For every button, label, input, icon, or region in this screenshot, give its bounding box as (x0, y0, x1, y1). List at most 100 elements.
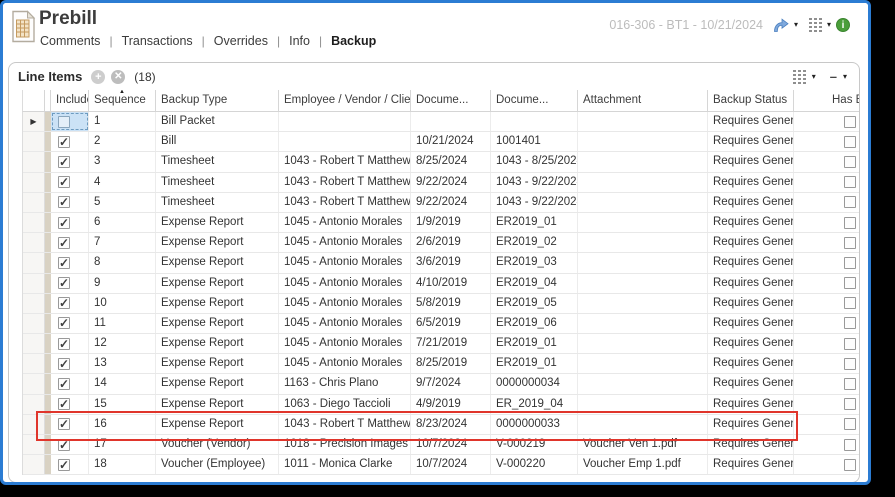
has-e-checkbox[interactable] (844, 439, 856, 451)
cell-employee[interactable]: 1045 - Antonio Morales (279, 274, 411, 293)
cell-doc_number[interactable]: ER2019_01 (491, 334, 578, 353)
cell-sequence[interactable]: 6 (89, 213, 156, 232)
cell-doc_date[interactable]: 1/9/2019 (411, 213, 491, 232)
remove-line-item-button[interactable]: ✕ (111, 70, 125, 84)
cell-attachment[interactable] (578, 193, 708, 212)
cell-selector[interactable] (23, 314, 45, 333)
cell-backup_type[interactable]: Expense Report (156, 395, 279, 414)
tab-info[interactable]: Info (289, 34, 310, 48)
cell-include[interactable] (51, 274, 89, 293)
include-checkbox[interactable] (58, 297, 70, 309)
cell-doc_number[interactable] (491, 112, 578, 131)
cell-sequence[interactable]: 7 (89, 233, 156, 252)
include-checkbox[interactable] (58, 459, 70, 471)
cell-has_e[interactable] (794, 112, 859, 131)
cell-doc_number[interactable]: 0000000034 (491, 374, 578, 393)
table-row[interactable]: 12Expense Report1045 - Antonio Morales7/… (23, 334, 859, 354)
has-e-checkbox[interactable] (844, 297, 856, 309)
include-checkbox[interactable] (58, 378, 70, 390)
cell-doc_date[interactable]: 7/21/2019 (411, 334, 491, 353)
cell-attachment[interactable] (578, 112, 708, 131)
cell-employee[interactable]: 1011 - Monica Clarke (279, 455, 411, 474)
cell-doc_date[interactable]: 6/5/2019 (411, 314, 491, 333)
cell-backup_type[interactable]: Bill (156, 132, 279, 151)
has-e-checkbox[interactable] (844, 317, 856, 329)
cell-doc_number[interactable]: 1043 - 9/22/2024 (491, 193, 578, 212)
cell-backup_type[interactable]: Timesheet (156, 173, 279, 192)
cell-doc_number[interactable]: ER2019_01 (491, 354, 578, 373)
table-row[interactable]: 2Bill10/21/20241001401Requires Gener... (23, 132, 859, 152)
cell-attachment[interactable] (578, 233, 708, 252)
cell-employee[interactable]: 1045 - Antonio Morales (279, 354, 411, 373)
cell-doc_number[interactable]: ER_2019_04 (491, 395, 578, 414)
cell-selector[interactable] (23, 435, 45, 454)
cell-has_e[interactable] (794, 374, 859, 393)
cell-include[interactable] (51, 455, 89, 474)
cell-has_e[interactable] (794, 354, 859, 373)
column-header-backup_status[interactable]: Backup Status (708, 90, 794, 111)
table-row[interactable]: 15Expense Report1063 - Diego Taccioli4/9… (23, 395, 859, 415)
table-row[interactable]: 3Timesheet1043 - Robert T Matthew8/25/20… (23, 152, 859, 172)
cell-sequence[interactable]: 13 (89, 354, 156, 373)
include-checkbox[interactable] (58, 439, 70, 451)
include-checkbox[interactable] (58, 418, 70, 430)
cell-has_e[interactable] (794, 435, 859, 454)
cell-backup_type[interactable]: Expense Report (156, 415, 279, 434)
cell-sequence[interactable]: 15 (89, 395, 156, 414)
table-row[interactable]: 7Expense Report1045 - Antonio Morales2/6… (23, 233, 859, 253)
include-checkbox[interactable] (58, 116, 70, 128)
cell-employee[interactable]: 1045 - Antonio Morales (279, 334, 411, 353)
chevron-down-icon[interactable]: ▾ (843, 72, 847, 82)
include-checkbox[interactable] (58, 217, 70, 229)
cell-has_e[interactable] (794, 415, 859, 434)
cell-attachment[interactable]: Voucher Ven 1.pdf (578, 435, 708, 454)
has-e-checkbox[interactable] (844, 237, 856, 249)
cell-backup_status[interactable]: Requires Gener... (708, 455, 794, 474)
cell-attachment[interactable]: Voucher Emp 1.pdf (578, 455, 708, 474)
cell-sequence[interactable]: 9 (89, 274, 156, 293)
cell-attachment[interactable] (578, 294, 708, 313)
include-checkbox[interactable] (58, 156, 70, 168)
cell-include[interactable] (51, 374, 89, 393)
cell-employee[interactable]: 1043 - Robert T Matthew (279, 152, 411, 171)
include-checkbox[interactable] (58, 317, 70, 329)
cell-backup_status[interactable]: Requires Gener... (708, 152, 794, 171)
cell-doc_number[interactable]: ER2019_06 (491, 314, 578, 333)
cell-employee[interactable] (279, 112, 411, 131)
cell-backup_status[interactable]: Requires Gener... (708, 374, 794, 393)
cell-selector[interactable] (23, 213, 45, 232)
cell-backup_status[interactable]: Requires Gener... (708, 395, 794, 414)
table-row[interactable]: 5Timesheet1043 - Robert T Matthew9/22/20… (23, 193, 859, 213)
cell-selector[interactable] (23, 193, 45, 212)
tab-comments[interactable]: Comments (40, 34, 100, 48)
chevron-down-icon[interactable]: ▾ (827, 20, 831, 30)
cell-include[interactable] (51, 193, 89, 212)
table-row[interactable]: 13Expense Report1045 - Antonio Morales8/… (23, 354, 859, 374)
cell-doc_date[interactable]: 3/6/2019 (411, 253, 491, 272)
cell-employee[interactable]: 1043 - Robert T Matthew (279, 173, 411, 192)
cell-backup_status[interactable]: Requires Gener... (708, 253, 794, 272)
has-e-checkbox[interactable] (844, 196, 856, 208)
column-header-backup_type[interactable]: Backup Type (156, 90, 279, 111)
cell-sequence[interactable]: 17 (89, 435, 156, 454)
cell-backup_status[interactable]: Requires Gener... (708, 354, 794, 373)
cell-backup_status[interactable]: Requires Gener... (708, 213, 794, 232)
cell-include[interactable] (51, 233, 89, 252)
cell-employee[interactable]: 1063 - Diego Taccioli (279, 395, 411, 414)
cell-doc_number[interactable]: ER2019_04 (491, 274, 578, 293)
cell-attachment[interactable] (578, 374, 708, 393)
add-line-item-button[interactable]: + (91, 70, 105, 84)
cell-attachment[interactable] (578, 314, 708, 333)
cell-backup_type[interactable]: Expense Report (156, 274, 279, 293)
table-row[interactable]: 17Voucher (Vendor)1018 - Precision Image… (23, 435, 859, 455)
cell-sequence[interactable]: 16 (89, 415, 156, 434)
cell-include[interactable] (51, 213, 89, 232)
cell-employee[interactable]: 1045 - Antonio Morales (279, 213, 411, 232)
cell-has_e[interactable] (794, 274, 859, 293)
include-checkbox[interactable] (58, 398, 70, 410)
goto-arrow-icon[interactable] (772, 18, 789, 33)
column-header-attachment[interactable]: Attachment (578, 90, 708, 111)
table-row[interactable]: 10Expense Report1045 - Antonio Morales5/… (23, 294, 859, 314)
chevron-down-icon[interactable]: ▾ (794, 20, 798, 30)
cell-employee[interactable]: 1163 - Chris Plano (279, 374, 411, 393)
